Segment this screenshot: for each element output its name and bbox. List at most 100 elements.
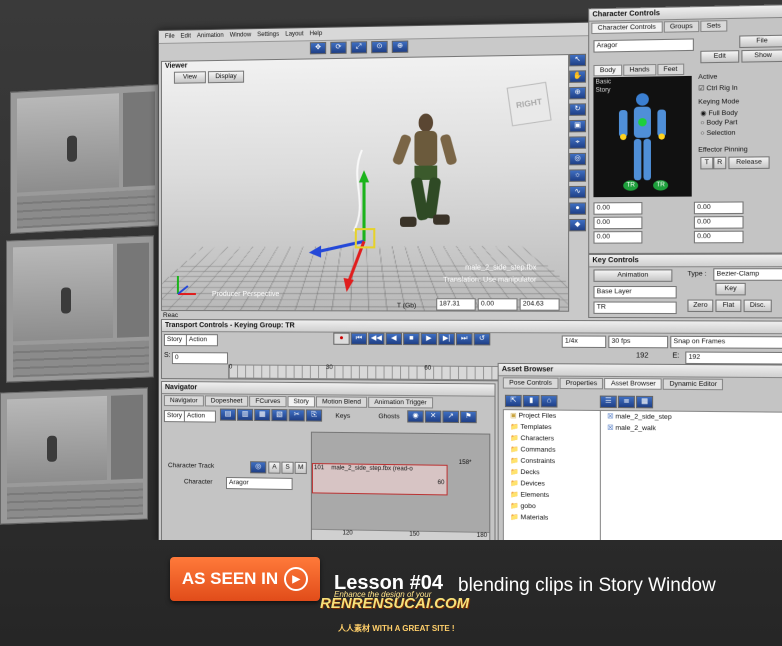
orbit-tool-icon[interactable]: ↻ [569,103,587,116]
light-tool-icon[interactable]: ☼ [569,169,587,182]
value-field-2[interactable]: 0.00 [693,201,744,215]
menu-item-window[interactable]: Window [230,32,251,38]
mode-body-part-radio[interactable]: ○ Body Part [700,119,737,127]
ghost-arrow-icon[interactable]: ↗ [442,410,460,424]
value-field-4[interactable]: 0.00 [693,216,744,229]
mode-full-body-radio[interactable]: ◉ Full Body [700,109,737,118]
action-select[interactable]: Action [183,410,216,423]
display-menu-button[interactable]: Display [207,70,245,84]
tab-groups[interactable]: Groups [663,20,700,33]
tab-navigator[interactable]: Navigator [163,395,204,407]
track-m-button[interactable]: M [294,461,307,475]
stop-button[interactable]: ■ [403,332,420,346]
tab-feet[interactable]: Feet [656,63,684,76]
tr-marker-right[interactable]: TR [653,180,669,191]
folder-item[interactable]: 📁 Templates [510,421,601,433]
tab-asset-browser[interactable]: Asset Browser [604,377,663,390]
show-menu-button[interactable]: Show [741,49,782,63]
view-menu-button[interactable]: View [173,71,206,84]
release-button[interactable]: Release [728,156,770,170]
track-s-button[interactable]: S [281,461,294,474]
tab-animation-trigger[interactable]: Animation Trigger [368,396,434,409]
file-menu-button[interactable]: File [739,34,782,49]
ghost-eye-icon[interactable]: ◉ [407,410,424,423]
value-field-6[interactable]: 0.00 [693,230,744,244]
asset-tool-1-icon[interactable]: ⇱ [504,394,522,408]
select-tool-icon[interactable]: ⊙ [371,40,388,54]
folder-item[interactable]: 📁 Materials [510,512,601,525]
menu-item-file[interactable]: File [165,34,175,40]
pointer-tool-icon[interactable]: ↖ [569,53,587,67]
tab-properties[interactable]: Properties [559,377,604,390]
menu-item-layout[interactable]: Layout [285,31,303,37]
loop-button[interactable]: ↺ [473,333,491,346]
story-tool-3-icon[interactable]: ▦ [254,408,271,422]
speed-select[interactable]: 1/4x [561,335,607,349]
track-tool-icon[interactable]: ◎ [250,461,267,474]
coord-x-field[interactable]: 187.31 [436,298,476,311]
prev-frame-button[interactable]: ◀ [385,332,403,346]
record-tool-icon[interactable]: ● [569,202,587,215]
scale-tool-icon[interactable]: ⤢ [350,41,368,54]
move-tool-icon[interactable]: ✥ [309,41,327,55]
menu-item-edit[interactable]: Edit [181,33,191,39]
ghost-cross-icon[interactable]: ✕ [424,410,442,423]
disc-button[interactable]: Disc. [743,299,772,313]
character-selector[interactable]: Aragor [593,38,694,53]
tab-story[interactable]: Story [287,396,315,408]
story-tool-5-icon[interactable]: ✂ [288,409,305,422]
menu-item-help[interactable]: Help [310,31,323,37]
snap-tool-icon[interactable]: ⌖ [569,136,587,149]
curve-tool-icon[interactable]: ∿ [569,185,587,199]
pin-translation-button[interactable]: T [700,156,714,170]
view-list-icon[interactable]: ☰ [599,395,617,409]
mode-selection-radio[interactable]: ○ Selection [700,129,735,137]
story-tool-4-icon[interactable]: ▧ [271,409,288,422]
value-field-3[interactable]: 0.00 [593,216,643,230]
zero-button[interactable]: Zero [687,299,714,313]
body-diagram[interactable]: Basic Story TR TR [593,75,692,198]
track-character-select[interactable]: Aragor [225,476,293,491]
value-field-5[interactable]: 0.00 [593,231,643,244]
story-tool-6-icon[interactable]: ⎘ [305,409,323,422]
folder-item[interactable]: ▣ Project Files [510,410,601,422]
story-clip[interactable]: 101 male_2_side_step.fbx (read-o 158* 60 [311,460,472,496]
story-tool-1-icon[interactable]: ▤ [219,408,237,421]
tab-hands[interactable]: Hands [623,64,656,76]
tab-body[interactable]: Body [593,64,622,77]
story-timeline[interactable]: 101 male_2_side_step.fbx (read-o 158* 60… [310,431,491,540]
track-a-button[interactable]: A [268,461,281,474]
edit-menu-button[interactable]: Edit [700,50,740,64]
start-frame-field[interactable]: 0 [171,352,228,365]
frame-tool-icon[interactable]: ▣ [569,119,587,133]
tab-motion-blend[interactable]: Motion Blend [316,396,368,408]
play-button[interactable]: ▶ [420,332,438,346]
menu-item-animation[interactable]: Animation [197,33,224,40]
animation-menu[interactable]: Animation [593,269,673,282]
tab-pose-controls[interactable]: Pose Controls [502,377,559,390]
key-tool-icon[interactable]: ◆ [569,218,587,232]
tab-dopesheet[interactable]: Dopesheet [204,395,249,407]
goto-end-button[interactable]: ⏭ [455,333,473,346]
view-cube[interactable]: RIGHT [506,81,552,127]
effector-figure[interactable] [608,91,676,191]
record-button[interactable]: ● [333,332,350,345]
pan-tool-icon[interactable]: ✋ [569,70,587,83]
action-mode-select[interactable]: Action [185,334,218,347]
viewer-panel[interactable]: Viewer View Display RIGHT male_2_side_st… [160,54,570,312]
tab-sets[interactable]: Sets [700,20,728,33]
asset-tool-2-icon[interactable]: ▮ [522,394,540,408]
fps-select[interactable]: 30 fps [608,335,669,349]
story-tool-2-icon[interactable]: ▥ [237,408,254,421]
end-frame-field[interactable]: 192 [685,351,782,365]
tab-character-controls[interactable]: Character Controls [591,21,663,35]
base-layer-select[interactable]: Base Layer [593,286,677,299]
asset-file-item[interactable]: ☒ male_2_walk [601,422,782,435]
camera-tool-icon[interactable]: ◎ [569,152,587,166]
tab-fcurves[interactable]: FCurves [249,395,287,408]
keying-group-select[interactable]: TR [593,301,677,315]
asset-tool-3-icon[interactable]: ⌂ [540,395,558,408]
manipulator-icon[interactable]: ⊕ [391,40,409,53]
flat-button[interactable]: Flat [715,299,742,313]
interpolation-type-select[interactable]: Bezier-Clamp [713,268,782,281]
